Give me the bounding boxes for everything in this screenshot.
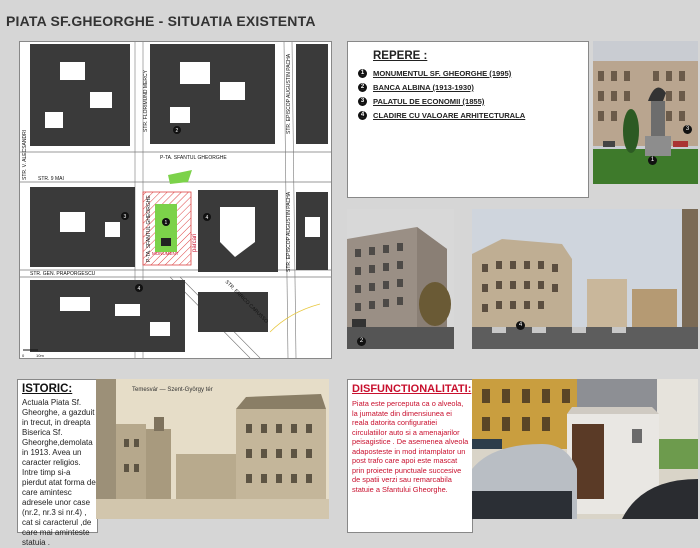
map-marker-4: 4 — [206, 215, 209, 221]
map-marker-2: 2 — [176, 128, 179, 134]
repere-number: 4 — [358, 111, 367, 120]
repere-label: BANCA ALBINA (1913-1930) — [373, 83, 474, 92]
label-pacha-bottom: STR. EPISCOP AUGUSTIN PACHA — [286, 191, 292, 272]
scale-end: 10m — [36, 353, 44, 358]
photo-marker: 4 — [516, 321, 525, 330]
repere-number: 1 — [358, 69, 367, 78]
photo-banca-albina: 2 — [347, 209, 454, 349]
map-marker-4b: 4 — [138, 286, 141, 292]
map-marker-3: 3 — [124, 214, 127, 220]
label-mercy: STR. FLORIMUND MERCY — [143, 69, 149, 132]
istoric-panel: ISTORIC: Actuala Piata Sf. Gheorghe, a g… — [17, 379, 98, 547]
photo-transformer-station — [472, 379, 698, 519]
historic-postcard: Temesvár — Szent-György tér — [96, 379, 329, 519]
repere-item: 3 PALATUL DE ECONOMII (1855) — [358, 97, 484, 106]
photo-street-view: 4 — [472, 209, 698, 349]
label-monument: MONUMENT — [152, 251, 179, 256]
label-pta-gheorghe: P-TA. SFANTUL GHEORGHE — [160, 155, 227, 161]
repere-label: MONUMENTUL SF. GHEORGHE (1995) — [373, 69, 512, 78]
repere-title: REPERE : — [373, 50, 428, 62]
site-plan-drawing: STR. V. ALECSANDRI STR. FLORIMUND MERCY … — [20, 42, 331, 358]
repere-number: 3 — [358, 97, 367, 106]
repere-item: 2 BANCA ALBINA (1913-1930) — [358, 83, 474, 92]
disfunctionalitati-title: DISFUNCTIONALITATI: — [352, 383, 472, 395]
label-pacha-top: STR. EPISCOP AUGUSTIN PACHA — [286, 53, 292, 134]
repere-item: 4 CLADIRE CU VALOARE ARHITECTURALA — [358, 111, 525, 120]
photo-marker: 1 — [648, 156, 657, 165]
label-praporgescu: STR. GEN. PRAPORGESCU — [30, 271, 96, 277]
page-title: PIATA SF.GHEORGHE - SITUATIA EXISTENTA — [6, 13, 316, 29]
site-plan-map: STR. V. ALECSANDRI STR. FLORIMUND MERCY … — [19, 41, 332, 359]
istoric-text: Actuala Piata Sf. Gheorghe, a gazduit in… — [22, 398, 96, 547]
disfunctionalitati-text: Piata este perceputa ca o alveola, la ju… — [352, 399, 469, 494]
photo-marker: 2 — [357, 337, 366, 346]
repere-item: 1 MONUMENTUL SF. GHEORGHE (1995) — [358, 69, 511, 78]
label-parcari: parcari — [192, 234, 198, 252]
repere-label: CLADIRE CU VALOARE ARHITECTURALA — [373, 111, 526, 120]
repere-number: 2 — [358, 83, 367, 92]
photo-marker: 3 — [683, 125, 692, 134]
repere-legend: REPERE : 1 MONUMENTUL SF. GHEORGHE (1995… — [347, 41, 589, 198]
disfunctionalitati-panel: DISFUNCTIONALITATI: Piata este perceputa… — [347, 379, 473, 533]
label-9-mai: STR. 9 MAI — [38, 176, 64, 182]
label-alecsandri: STR. V. ALECSANDRI — [22, 130, 28, 180]
map-marker-1: 1 — [165, 220, 168, 226]
photo-monument: 1 3 — [593, 41, 698, 184]
repere-label: PALATUL DE ECONOMII (1855) — [373, 97, 485, 106]
postcard-caption: Temesvár — Szent-György tér — [132, 387, 213, 393]
istoric-title: ISTORIC: — [22, 383, 73, 395]
